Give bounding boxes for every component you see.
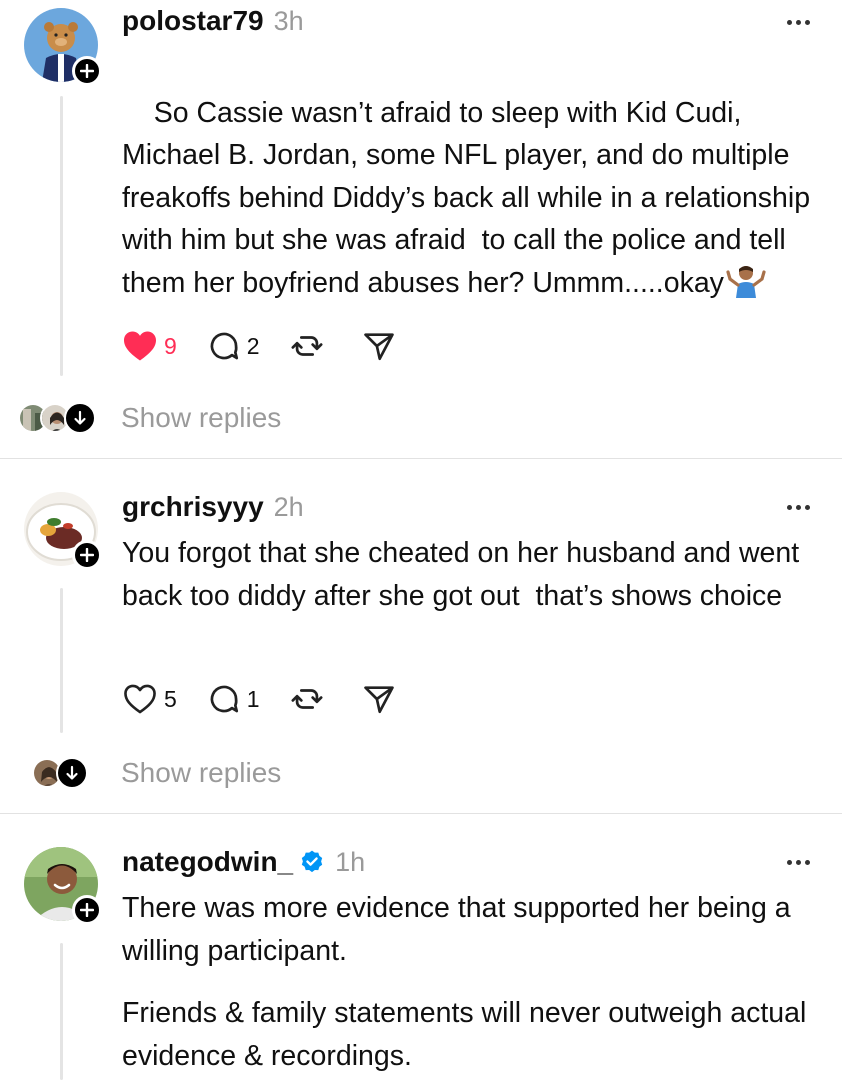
repost-button[interactable] xyxy=(290,682,324,716)
repost-icon xyxy=(291,336,323,356)
reply-count: 2 xyxy=(246,332,260,359)
timestamp: 3h xyxy=(273,6,304,36)
username[interactable]: polostar79 xyxy=(122,4,264,38)
thread-line xyxy=(60,943,63,1080)
reply-button[interactable]: 2 xyxy=(207,329,260,363)
send-icon xyxy=(363,333,394,361)
show-replies-link[interactable]: Show replies xyxy=(121,402,281,434)
post-header: grchrisyyy 2h xyxy=(122,490,304,524)
person-shrugging-emoji-icon xyxy=(726,264,766,311)
username[interactable]: grchrisyyy xyxy=(122,490,264,524)
verified-badge-icon xyxy=(299,849,325,875)
post-grchrisyyy: grchrisyyy 2h You forgot that she cheate… xyxy=(0,459,842,813)
post-header: nategodwin_ 1h xyxy=(122,845,365,879)
username[interactable]: nategodwin_ xyxy=(122,845,293,879)
thread-line xyxy=(60,96,63,376)
thread-line xyxy=(60,588,63,733)
like-button[interactable]: 9 xyxy=(122,330,177,362)
more-options-icon[interactable] xyxy=(787,20,810,25)
post-polostar79: polostar79 3h So Cassie wasn’t afraid to… xyxy=(0,0,842,458)
reply-avatars xyxy=(18,402,96,434)
follow-plus-icon[interactable] xyxy=(72,540,102,570)
more-options-icon[interactable] xyxy=(787,860,810,865)
follow-plus-icon[interactable] xyxy=(72,895,102,925)
avatar-wrap[interactable] xyxy=(24,847,102,925)
repost-button[interactable] xyxy=(290,329,324,363)
reply-avatars xyxy=(32,757,88,789)
post-text: You forgot that she cheated on her husba… xyxy=(122,537,808,612)
arrow-down-icon xyxy=(64,402,96,434)
post-header: polostar79 3h xyxy=(122,4,304,38)
post-text-content: So Cassie wasn’t afraid to sleep with Ki… xyxy=(122,96,819,299)
share-button[interactable] xyxy=(362,329,396,363)
share-button[interactable] xyxy=(362,682,396,716)
show-replies-row[interactable]: Show replies xyxy=(0,753,842,793)
post-text-paragraph-2: Friends & family statements will never o… xyxy=(122,997,815,1072)
post-text-paragraph-1: There was more evidence that supported h… xyxy=(122,892,799,967)
post-actions: 9 2 xyxy=(122,326,426,366)
like-count: 9 xyxy=(164,332,177,359)
avatar-wrap[interactable] xyxy=(24,8,102,86)
like-count: 5 xyxy=(164,685,177,712)
timestamp: 2h xyxy=(273,492,304,522)
reply-count: 1 xyxy=(246,685,260,712)
like-button[interactable]: 5 xyxy=(122,683,177,715)
post-nategodwin: nategodwin_ 1h There was more evidence t… xyxy=(0,814,842,1080)
show-replies-link[interactable]: Show replies xyxy=(121,757,281,789)
heart-filled-icon xyxy=(124,331,156,361)
post-text: So Cassie wasn’t afraid to sleep with Ki… xyxy=(122,49,822,353)
timestamp: 1h xyxy=(335,847,366,877)
more-options-icon[interactable] xyxy=(787,505,810,510)
reply-button[interactable]: 1 xyxy=(207,682,260,716)
repost-icon xyxy=(291,689,323,709)
comment-bubble-icon xyxy=(210,685,238,713)
send-icon xyxy=(363,686,394,714)
follow-plus-icon[interactable] xyxy=(72,56,102,86)
post-actions: 5 1 xyxy=(122,679,426,719)
heart-outline-icon xyxy=(124,684,156,714)
show-replies-row[interactable]: Show replies xyxy=(0,398,842,438)
comment-bubble-icon xyxy=(210,332,238,360)
avatar-wrap[interactable] xyxy=(24,492,102,570)
arrow-down-icon xyxy=(56,757,88,789)
